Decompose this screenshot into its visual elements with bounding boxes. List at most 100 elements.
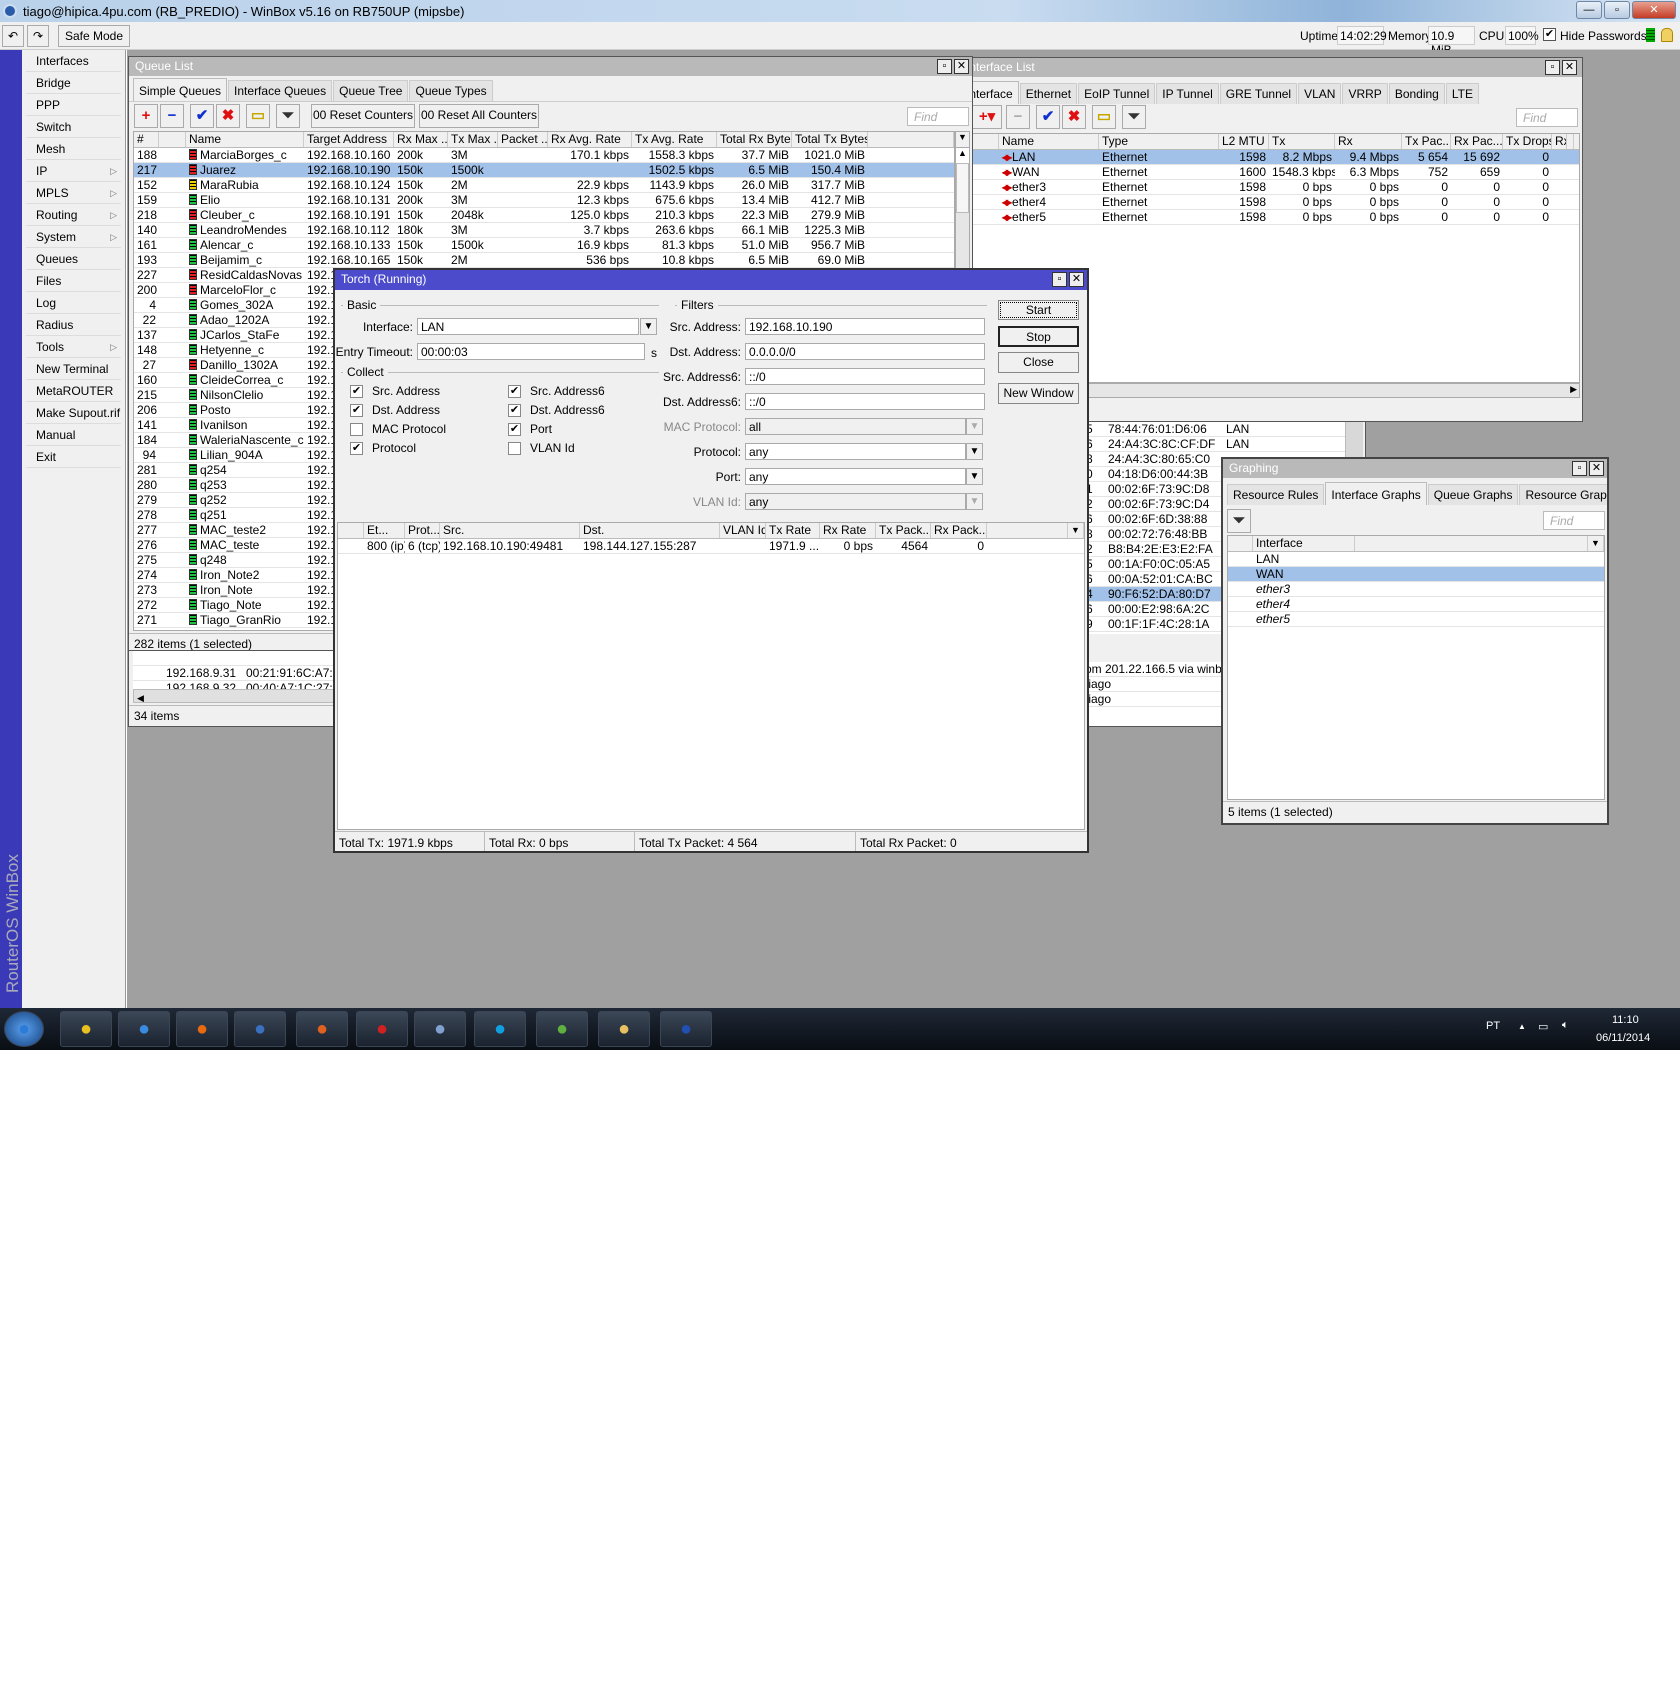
disable-icon[interactable]: ✖ xyxy=(1062,105,1086,129)
maximize-icon[interactable]: ▫ xyxy=(1052,272,1067,287)
table-row[interactable]: LAN xyxy=(1228,552,1604,567)
table-row[interactable]: 6 24:A4:3C:8C:CF:DF LAN xyxy=(1083,437,1345,452)
sidebar-item-manual[interactable]: Manual xyxy=(26,424,121,446)
checkbox-box[interactable] xyxy=(350,422,363,436)
tab-simple-queues[interactable]: Simple Queues xyxy=(133,78,228,101)
start-orb-icon[interactable]: ● xyxy=(4,1011,44,1047)
reset-counters-button[interactable]: 00 Reset Counters xyxy=(311,104,415,128)
column-header[interactable]: Name xyxy=(999,134,1099,149)
column-header[interactable]: Tx Rate xyxy=(766,523,820,538)
table-row[interactable]: 161 Alencar_c 192.168.10.133 150k 1500k 16.9 … xyxy=(134,238,954,253)
column-header[interactable]: Et... xyxy=(364,523,405,538)
firefox-icon[interactable]: ● xyxy=(176,1011,228,1047)
interface-list-titlebar[interactable]: Interface List ▫ ✕ xyxy=(956,58,1582,77)
checkbox-box[interactable]: ✔ xyxy=(350,403,363,417)
column-menu-icon[interactable]: ▼ xyxy=(1068,523,1084,538)
column-header[interactable]: Packet ... xyxy=(498,132,548,147)
column-header[interactable]: Rx xyxy=(1552,134,1567,149)
hide-passwords-checkbox[interactable]: ✔ xyxy=(1543,28,1556,41)
chrome-icon[interactable]: ● xyxy=(60,1011,112,1047)
tab-interface-queues[interactable]: Interface Queues xyxy=(228,80,333,101)
volume-icon[interactable]: 🔈︎ xyxy=(1562,1019,1569,1032)
tab-vlan[interactable]: VLAN xyxy=(1298,83,1342,104)
sidebar-item-new-terminal[interactable]: New Terminal xyxy=(26,358,121,380)
winbox-icon[interactable]: ● xyxy=(234,1011,286,1047)
maximize-icon[interactable]: ▫ xyxy=(1572,461,1587,476)
column-header[interactable]: Tx xyxy=(1269,134,1335,149)
collect-port-checkbox[interactable]: ✔ Port xyxy=(508,422,552,436)
filter-icon[interactable]: ⏷ xyxy=(1227,509,1251,533)
tab-vrrp[interactable]: VRRP xyxy=(1342,83,1388,104)
show-hidden-icons[interactable]: ▲ xyxy=(1518,1022,1526,1031)
column-header[interactable]: Prot... xyxy=(405,523,440,538)
column-header[interactable] xyxy=(1228,536,1253,551)
disable-icon[interactable]: ✖ xyxy=(216,104,240,128)
checkbox-box[interactable]: ✔ xyxy=(508,403,521,417)
table-row[interactable]: 140 LeandroMendes 192.168.10.112 180k 3M 3.7 … xyxy=(134,223,954,238)
tab-ip-tunnel[interactable]: IP Tunnel xyxy=(1156,83,1219,104)
skype-icon[interactable]: ● xyxy=(474,1011,526,1047)
scroll-up-icon[interactable]: ▲ xyxy=(956,148,969,163)
tab-lte[interactable]: LTE xyxy=(1445,83,1479,104)
remove-icon[interactable]: − xyxy=(160,104,184,128)
table-row[interactable]: 5 78:44:76:01:D6:06 LAN xyxy=(1083,422,1345,437)
sidebar-item-system[interactable]: System ▷ xyxy=(26,226,121,248)
find-input[interactable]: Find xyxy=(1543,511,1605,530)
sidebar-item-ip[interactable]: IP ▷ xyxy=(26,160,121,182)
tab-bonding[interactable]: Bonding xyxy=(1388,83,1445,104)
checkbox-box[interactable]: ✔ xyxy=(508,384,521,398)
filter-icon[interactable]: ⏷ xyxy=(276,104,300,128)
app-red-icon[interactable]: ● xyxy=(356,1011,408,1047)
checkbox-box[interactable]: ✔ xyxy=(508,422,521,436)
table-row[interactable]: 159 Elio 192.168.10.131 200k 3M 12.3 kbps 675.… xyxy=(134,193,954,208)
paint-icon[interactable]: ● xyxy=(414,1011,466,1047)
tab-eoip-tunnel[interactable]: EoIP Tunnel xyxy=(1078,83,1156,104)
file-explorer-icon[interactable]: ● xyxy=(598,1011,650,1047)
column-header[interactable] xyxy=(338,523,364,538)
column-header[interactable]: Name xyxy=(186,132,304,147)
filter-icon[interactable]: ⏷ xyxy=(1122,105,1146,129)
table-row[interactable]: ether3 xyxy=(1228,582,1604,597)
close-icon[interactable]: ✕ xyxy=(1589,461,1604,476)
column-header[interactable]: Tx Max ... xyxy=(448,132,498,147)
sidebar-item-tools[interactable]: Tools ▷ xyxy=(26,336,121,358)
collect-vlan-id-checkbox[interactable]: VLAN Id xyxy=(508,441,575,455)
safe-mode-button[interactable]: Safe Mode xyxy=(58,25,130,47)
stop-button[interactable]: Stop xyxy=(998,326,1079,347)
new-window-button[interactable]: New Window xyxy=(998,383,1079,404)
table-row[interactable]: R◂▸WANEthernet16001548.3 kbps6.3 Mbps752… xyxy=(961,165,1579,180)
column-header[interactable]: Rx xyxy=(1335,134,1402,149)
horizontal-scrollbar[interactable]: ◀ xyxy=(133,689,333,703)
scroll-left-icon[interactable]: ◀ xyxy=(134,693,144,703)
sidebar-item-radius[interactable]: Radius xyxy=(26,314,121,336)
sidebar-item-mesh[interactable]: Mesh xyxy=(26,138,121,160)
comment-icon[interactable]: ▭ xyxy=(1092,105,1116,129)
dropdown-arrow-icon[interactable]: ▼ xyxy=(966,468,983,485)
maximize-button[interactable]: ▫ xyxy=(1604,1,1630,19)
scroll-right-icon[interactable]: ▶ xyxy=(1570,384,1577,395)
column-menu-icon[interactable]: ▼ xyxy=(1574,134,1579,149)
column-header[interactable] xyxy=(159,132,186,147)
maximize-icon[interactable]: ▫ xyxy=(1545,60,1560,75)
close-icon[interactable]: ✕ xyxy=(1562,60,1577,75)
column-header[interactable]: Rx Max ... xyxy=(394,132,448,147)
column-header[interactable]: L2 MTU xyxy=(1219,134,1269,149)
undo-button[interactable]: ↶ xyxy=(2,25,24,47)
tab-resource-rules[interactable]: Resource Rules xyxy=(1227,484,1325,505)
clock-time[interactable]: 11:10 xyxy=(1612,1014,1639,1026)
column-header[interactable]: # xyxy=(134,132,159,147)
column-header[interactable]: Target Address xyxy=(304,132,394,147)
table-row[interactable]: 193 Beijamim_c 192.168.10.165 150k 2M 536 bps… xyxy=(134,253,954,268)
sidebar-item-switch[interactable]: Switch xyxy=(26,116,121,138)
sidebar-item-exit[interactable]: Exit xyxy=(26,446,121,468)
column-header[interactable]: Rx Pack... xyxy=(931,523,987,538)
internet-explorer-icon[interactable]: ● xyxy=(118,1011,170,1047)
reset-all-counters-button[interactable]: 00 Reset All Counters xyxy=(419,104,539,128)
start-button[interactable]: Start xyxy=(998,300,1079,320)
clock-date[interactable]: 06/11/2014 xyxy=(1596,1032,1650,1044)
column-header[interactable]: Src. xyxy=(440,523,580,538)
table-row[interactable]: ether5 xyxy=(1228,612,1604,627)
tab-gre-tunnel[interactable]: GRE Tunnel xyxy=(1219,83,1298,104)
checkbox-box[interactable]: ✔ xyxy=(350,384,363,398)
torch-titlebar[interactable]: Torch (Running) ▫ ✕ xyxy=(335,270,1087,290)
